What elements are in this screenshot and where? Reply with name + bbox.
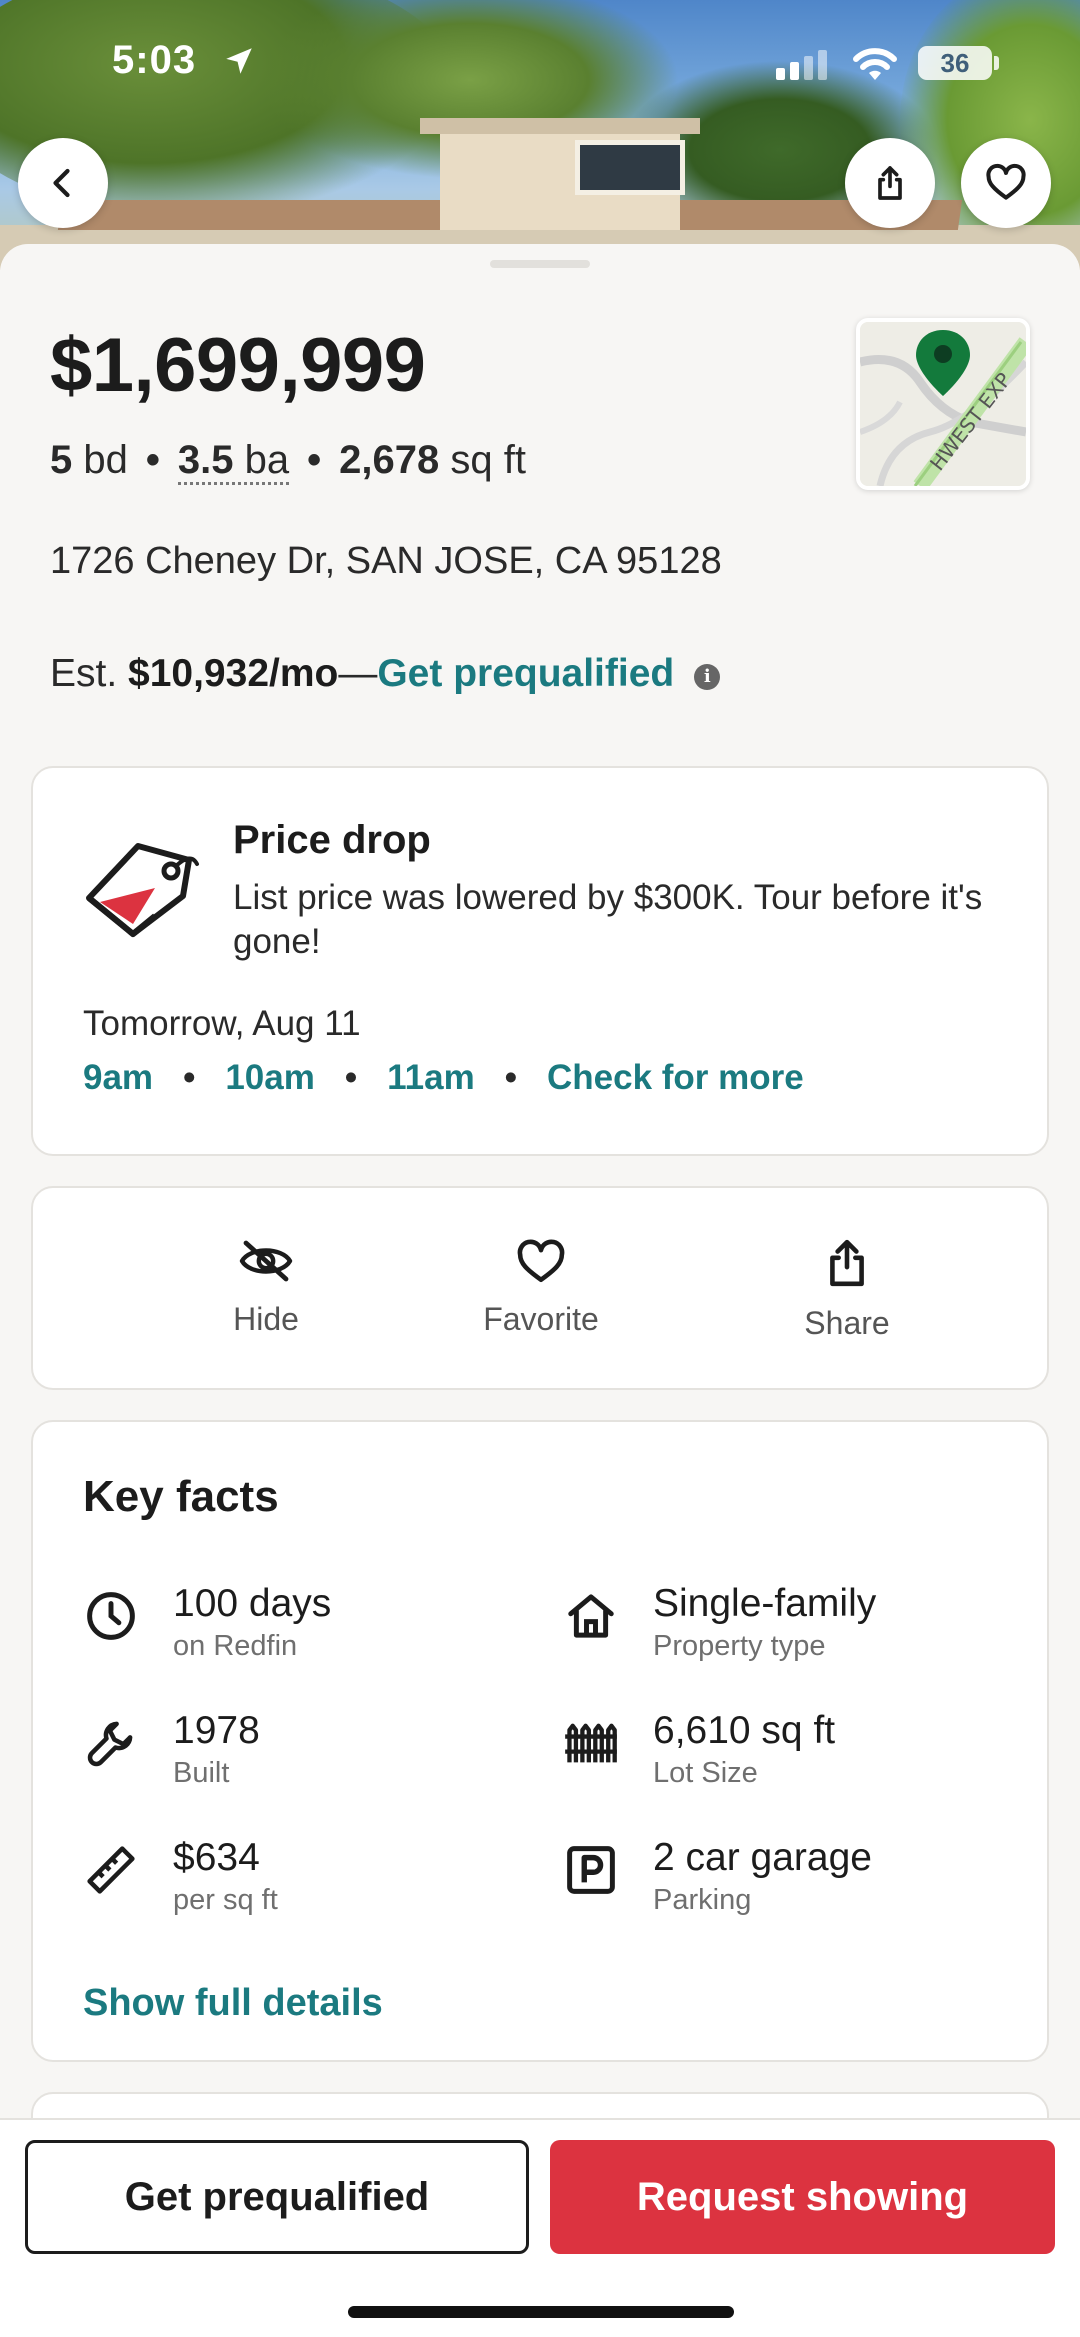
estimate-prefix: Est. <box>50 652 118 695</box>
wrench-icon <box>83 1715 139 1771</box>
key-facts-title: Key facts <box>83 1472 279 1521</box>
tour-time-option[interactable]: 9am <box>83 1058 153 1097</box>
estimate-amount: $10,932/mo <box>128 652 339 695</box>
monthly-estimate: Est. $10,932/mo—Get prequalified i <box>50 652 721 696</box>
parking-icon <box>563 1842 619 1898</box>
clock-icon <box>83 1588 139 1644</box>
share-icon <box>878 166 902 200</box>
hide-label: Hide <box>233 1301 299 1337</box>
home-indicator[interactable] <box>348 2306 734 2318</box>
price-drop-card[interactable]: Price drop List price was lowered by $30… <box>31 766 1049 1156</box>
actions-card: Hide Favorite Share <box>31 1186 1049 1390</box>
key-fact-item: 6,610 sq ft Lot Size <box>563 1709 1003 1799</box>
listing-specs: 5 bd • 3.5 ba • 2,678 sq ft <box>50 438 526 485</box>
back-button[interactable] <box>18 138 108 228</box>
key-fact-label: Built <box>173 1757 230 1789</box>
key-facts-card: Key facts 100 days on Redfin Single-fami… <box>31 1420 1049 2062</box>
price-drop-title: Price drop <box>233 818 431 862</box>
house-icon <box>563 1588 619 1644</box>
baths-value: 3.5 <box>177 438 234 482</box>
key-fact-item: 1978 Built <box>83 1709 523 1799</box>
key-fact-label: Parking <box>653 1884 752 1916</box>
sqft-value: 2,678 <box>339 438 440 482</box>
info-icon[interactable]: i <box>694 664 721 690</box>
heart-icon <box>986 163 1026 200</box>
ruler-icon <box>83 1842 139 1898</box>
status-bar: 5:03 36 <box>0 38 1080 88</box>
heart-icon <box>517 1239 565 1283</box>
favorite-label: Favorite <box>483 1301 599 1337</box>
check-for-more-link[interactable]: Check for more <box>547 1058 804 1097</box>
map-thumbnail[interactable]: HWEST EXP <box>856 318 1030 490</box>
key-fact-value: Single-family <box>653 1582 877 1625</box>
estimate-dash: — <box>338 652 378 695</box>
key-fact-item: 2 car garage Parking <box>563 1836 1003 1926</box>
get-prequalified-link[interactable]: Get prequalified <box>377 652 674 695</box>
photo-house-roof <box>420 118 700 134</box>
key-fact-label: on Redfin <box>173 1630 298 1662</box>
price-drop-text: List price was lowered by $300K. Tour be… <box>233 878 983 961</box>
share-label: Share <box>804 1305 890 1341</box>
bottom-action-bar: Get prequalified Request showing <box>0 2118 1080 2337</box>
price-tag-icon <box>86 843 199 937</box>
key-fact-value: 6,610 sq ft <box>653 1709 836 1752</box>
status-time: 5:03 <box>112 38 197 82</box>
eye-slash-icon <box>239 1240 293 1282</box>
listing-address: 1726 Cheney Dr, SAN JOSE, CA 95128 <box>50 540 722 582</box>
key-fact-item: $634 per sq ft <box>83 1836 523 1926</box>
listing-price: $1,699,999 <box>50 323 426 408</box>
location-arrow-icon <box>222 44 256 83</box>
key-fact-value: 100 days <box>173 1582 332 1625</box>
beds-value: 5 <box>50 438 73 482</box>
key-fact-value: 1978 <box>173 1709 260 1752</box>
key-fact-value: $634 <box>173 1836 260 1879</box>
beds-unit: bd <box>83 438 128 482</box>
listing-details-sheet[interactable]: $1,699,999 5 bd • 3.5 ba • 2,678 sq ft HWEST… <box>0 244 1080 2337</box>
request-showing-button[interactable]: Request showing <box>550 2140 1055 2254</box>
photo-house-window <box>575 140 685 195</box>
battery-icon: 36 <box>918 46 992 80</box>
share-icon <box>830 1239 864 1287</box>
hide-button[interactable]: Hide <box>166 1238 366 1338</box>
key-fact-value: 2 car garage <box>653 1836 872 1879</box>
battery-tip <box>994 56 999 70</box>
tour-time-option[interactable]: 10am <box>225 1058 315 1097</box>
tour-date: Tomorrow, Aug 11 <box>83 1004 361 1043</box>
tour-time-option[interactable]: 11am <box>387 1058 475 1097</box>
sqft-unit: sq ft <box>450 438 526 482</box>
favorite-button[interactable] <box>961 138 1051 228</box>
cellular-signal-icon <box>776 50 830 85</box>
baths-unit: ba <box>244 438 290 482</box>
key-fact-label: per sq ft <box>173 1884 278 1916</box>
key-fact-label: Property type <box>653 1630 826 1662</box>
get-prequalified-button[interactable]: Get prequalified <box>25 2140 529 2254</box>
baths-info[interactable]: 3.5 ba <box>177 438 290 485</box>
sheet-grabber[interactable] <box>490 260 590 268</box>
share-action-button[interactable]: Share <box>747 1238 947 1342</box>
fence-icon <box>563 1715 619 1771</box>
show-full-details-link[interactable]: Show full details <box>83 1982 383 2025</box>
key-fact-item: 100 days on Redfin <box>83 1582 523 1672</box>
key-fact-label: Lot Size <box>653 1757 758 1789</box>
favorite-action-button[interactable]: Favorite <box>441 1238 641 1338</box>
chevron-left-icon <box>53 168 70 198</box>
share-button[interactable] <box>845 138 935 228</box>
key-fact-item: Single-family Property type <box>563 1582 1003 1672</box>
wifi-icon <box>850 44 900 87</box>
tour-times: 9am • 10am • 11am • Check for more <box>83 1058 804 1097</box>
